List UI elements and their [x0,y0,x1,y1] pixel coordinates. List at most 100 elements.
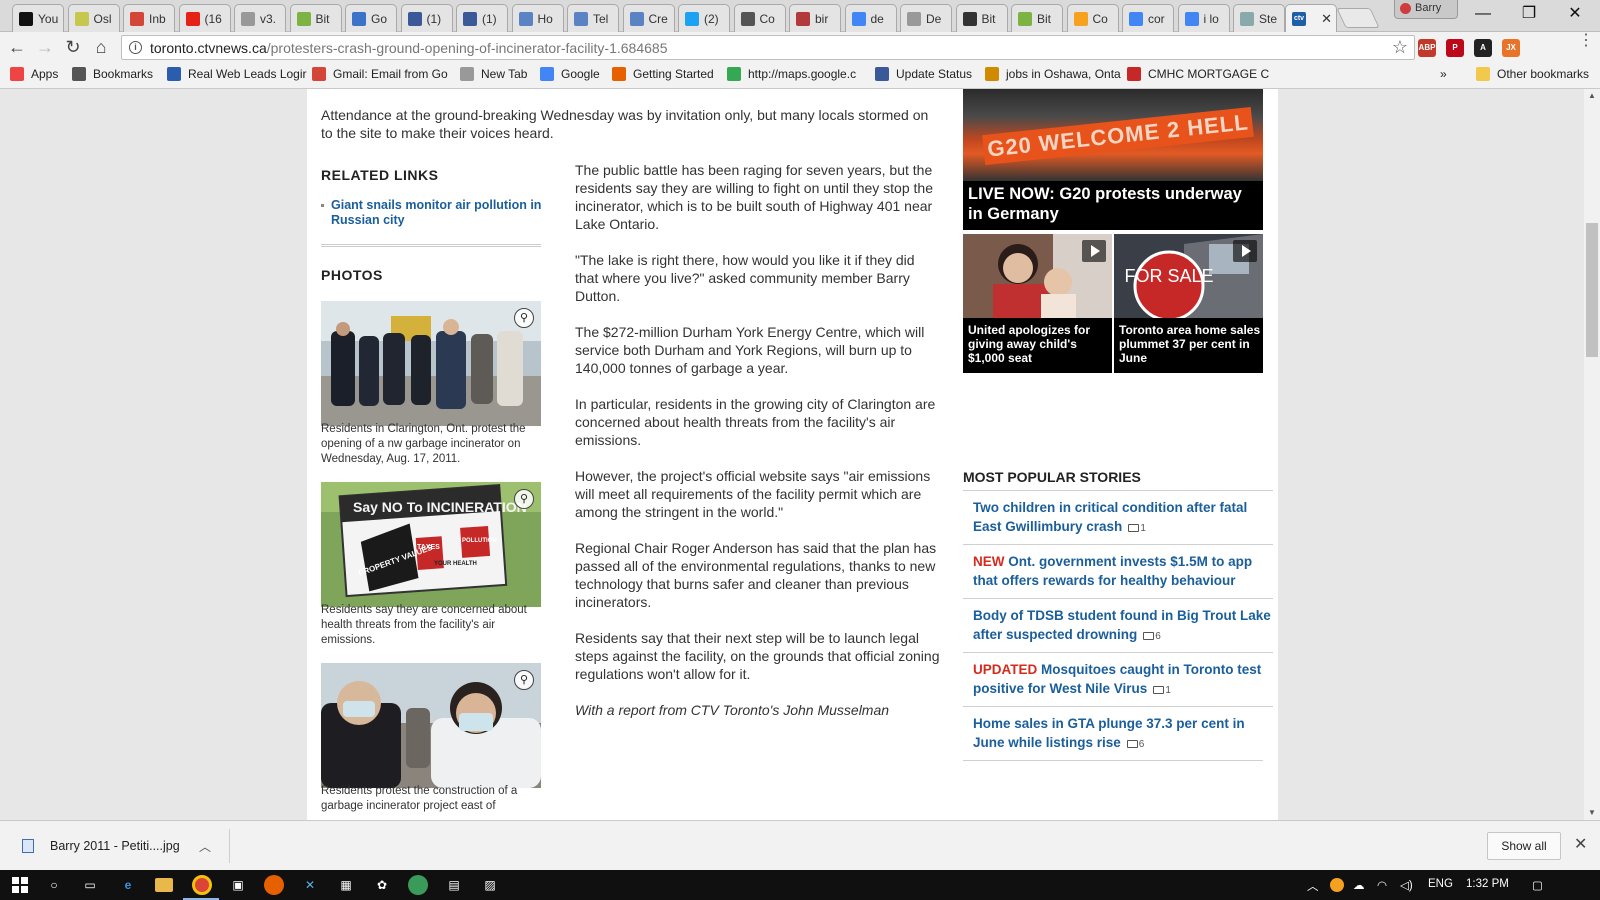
comment-count[interactable]: 6 [1126,739,1144,750]
home-button[interactable]: ⌂ [90,36,112,58]
photo-2[interactable]: Say NO To INCINERATION PROPERTY VALUES T… [321,482,541,607]
play-icon[interactable] [1233,240,1257,262]
site-info-icon[interactable]: i [129,41,142,54]
scroll-down-icon[interactable]: ▼ [1588,808,1596,817]
tab[interactable]: Go [345,4,397,32]
bookmark-item[interactable]: Real Web Leads Logir [167,67,307,81]
bookmark-item[interactable]: Update Status [875,67,972,81]
popular-story-link[interactable]: NEW Ont. government invests $1.5M to app… [973,552,1273,590]
edge-icon[interactable]: e [118,875,138,895]
tab[interactable]: You [12,4,64,32]
related-link[interactable]: Giant snails monitor air pollution in Ru… [321,198,543,228]
close-download-bar-icon[interactable]: ✕ [1574,834,1587,854]
onedrive-icon[interactable]: ☁ [1353,878,1365,892]
tab[interactable]: (1) [456,4,508,32]
download-item[interactable]: Barry 2011 - Petiti....jpg ︿ [12,829,230,863]
tab[interactable]: bir [789,4,841,32]
page-scrollbar[interactable]: ▲ ▼ [1584,89,1600,820]
video-card-2[interactable]: FOR SALE Toronto area home sales plummet… [1114,234,1263,373]
bookmarks-overflow-icon[interactable]: » [1440,67,1447,81]
other-bookmarks[interactable]: Other bookmarks [1476,67,1589,81]
bookmark-item[interactable]: CMHC MORTGAGE C [1127,67,1269,81]
popular-story-link[interactable]: UPDATED Mosquitoes caught in Toronto tes… [973,660,1273,700]
popular-story-link[interactable]: Home sales in GTA plunge 37.3 per cent i… [973,714,1273,754]
extension-icon[interactable]: A [1474,39,1492,57]
windows-start-icon[interactable] [10,875,30,895]
tray-chevron-icon[interactable]: ︿ [1307,878,1319,894]
tab[interactable]: (1) [400,4,453,32]
calculator-icon[interactable]: ▦ [336,875,356,895]
tab[interactable]: de [844,4,897,32]
tab[interactable]: Tel [567,4,619,32]
bookmark-item[interactable]: http://maps.google.c [727,67,856,81]
task-view-icon[interactable]: ▭ [80,875,100,895]
bookmark-item[interactable]: New Tab [460,67,527,81]
bookmark-item[interactable]: Getting Started [612,67,714,81]
feature-video[interactable]: G20 WELCOME 2 HELL LIVE NOW: G20 protest… [963,89,1263,230]
extension-icon[interactable]: JX [1502,39,1520,57]
tab[interactable]: De [900,4,952,32]
minimize-button[interactable]: — [1460,0,1506,28]
tab[interactable]: (2) [678,4,730,32]
tab[interactable]: Bit [955,4,1008,32]
photo-3[interactable]: ⚲ [321,663,541,788]
play-icon[interactable] [1082,240,1106,262]
store-icon[interactable]: ▣ [228,875,248,895]
tray-app-icon[interactable] [1330,878,1344,892]
tab[interactable]: Co [733,4,786,32]
show-all-button[interactable]: Show all [1487,832,1561,860]
back-button[interactable]: ← [6,36,28,58]
chevron-up-icon[interactable]: ︿ [199,838,211,855]
tab[interactable]: Bit [289,4,342,32]
scroll-thumb[interactable] [1586,223,1598,357]
wifi-icon[interactable]: ◠ [1377,878,1387,892]
tab[interactable]: Co [1066,4,1119,32]
popular-story-link[interactable]: Two children in critical condition after… [973,498,1273,538]
address-bar[interactable]: i toronto.ctvnews.ca/protesters-crash-gr… [121,35,1415,60]
comment-count[interactable]: 6 [1143,631,1161,642]
bookmark-item[interactable]: Bookmarks [72,67,153,81]
tab[interactable]: cor [1122,4,1174,32]
comment-count[interactable]: 1 [1153,685,1171,696]
tab[interactable]: Inb [123,4,175,32]
forward-button[interactable]: → [34,36,56,58]
tab[interactable]: Osl [67,4,120,32]
scroll-up-icon[interactable]: ▲ [1588,91,1596,100]
file-explorer-icon[interactable] [155,878,173,892]
extension-icon[interactable]: P [1446,39,1464,57]
close-window-button[interactable]: ✕ [1552,0,1598,28]
photo-1[interactable]: ⚲ [321,301,541,426]
close-tab-icon[interactable]: ✕ [1321,11,1332,27]
bookmark-item[interactable]: Apps [10,67,58,81]
zoom-icon[interactable]: ⚲ [514,670,534,690]
tab[interactable]: Cre [622,4,675,32]
chrome-menu-icon[interactable]: ⋮ [1578,33,1594,49]
extension-icon[interactable]: ABP [1418,39,1436,57]
language-indicator[interactable]: ENG [1428,878,1453,890]
tab[interactable]: v3. [234,4,286,32]
zoom-icon[interactable]: ⚲ [514,489,534,509]
tab-active[interactable]: ctv ✕ [1285,4,1337,32]
tab[interactable]: (16 [178,4,231,32]
video-card-1[interactable]: United apologizes for giving away child'… [963,234,1112,373]
search-icon[interactable]: ○ [44,875,64,895]
photos-app-icon[interactable]: ▨ [480,875,500,895]
comment-count[interactable]: 1 [1128,523,1146,534]
reload-button[interactable]: ↻ [62,36,84,58]
bird-app-icon[interactable]: ✿ [372,875,392,895]
bookmark-item[interactable]: jobs in Oshawa, Onta [985,67,1121,81]
zoom-icon[interactable]: ⚲ [514,308,534,328]
new-tab-button[interactable] [1336,8,1380,28]
clock[interactable]: 1:32 PM [1466,878,1509,890]
tab[interactable]: Ho [511,4,564,32]
tab[interactable]: Bit [1011,4,1063,32]
action-center-icon[interactable]: ▢ [1532,878,1543,892]
app-icon[interactable]: ✕ [300,875,320,895]
restore-button[interactable]: ❐ [1506,0,1552,28]
firefox-icon[interactable] [264,875,284,895]
chrome-icon[interactable] [192,875,212,895]
volume-icon[interactable]: ◁) [1400,878,1413,892]
bookmark-item[interactable]: Google [540,67,600,81]
tab[interactable]: Ste [1233,4,1285,32]
tab[interactable]: i lo [1177,4,1230,32]
